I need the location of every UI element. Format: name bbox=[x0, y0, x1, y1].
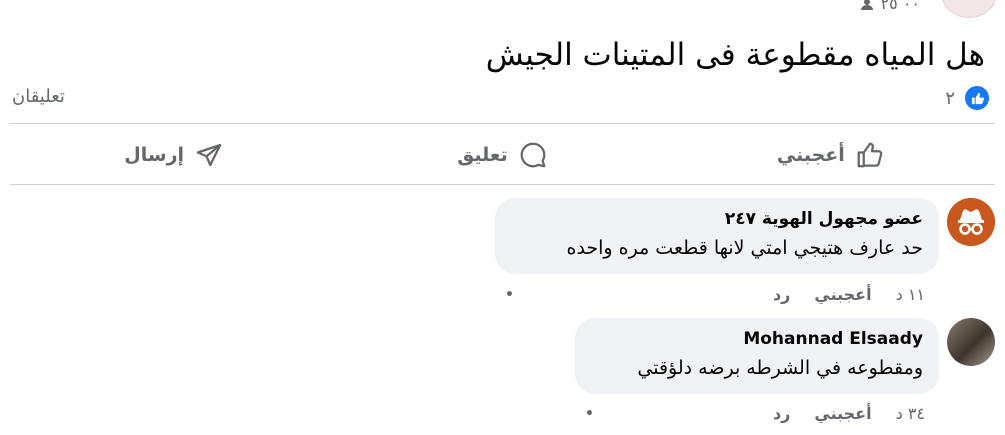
comment-text: ومقطوعه في الشرطه برضه دلؤقتي bbox=[637, 357, 923, 379]
reaction-count[interactable]: ٢ bbox=[945, 88, 955, 109]
comment-time[interactable]: ٣٤ د bbox=[896, 404, 925, 423]
comment-bubble: Mohannad Elsaady ومقطوعه في الشرطه برضه … bbox=[575, 318, 939, 394]
send-label: إرسال bbox=[124, 144, 185, 166]
like-button[interactable]: أعجبني bbox=[667, 133, 995, 177]
reactions-summary[interactable]: ٢ bbox=[945, 84, 991, 112]
comment-item: عضو مجهول الهوية ٢٤٧ حد عارف هتيجي امتي … bbox=[495, 198, 995, 274]
thumbs-up-icon bbox=[857, 142, 883, 168]
comment-reply-button[interactable]: رد bbox=[773, 404, 790, 423]
comment-text: حد عارف هتيجي امتي لانها قطعت مره واحده bbox=[566, 237, 923, 259]
comment-label: تعليق bbox=[457, 144, 508, 166]
post-stats: ٢ تعليقان bbox=[10, 84, 995, 114]
comment-reply-button[interactable]: رد bbox=[773, 285, 790, 304]
divider bbox=[10, 184, 995, 185]
post-actions: أعجبني تعليق إرسال bbox=[10, 133, 995, 177]
like-label: أعجبني bbox=[776, 144, 845, 166]
more-options-dot[interactable]: • bbox=[585, 406, 594, 422]
like-reaction-icon bbox=[963, 84, 991, 112]
comment-like-button[interactable]: أعجبني bbox=[814, 404, 871, 423]
post-author-avatar[interactable] bbox=[941, 0, 997, 18]
post-meta: ٠٠ ٢٥ bbox=[859, 0, 920, 13]
comment-like-button[interactable]: أعجبني bbox=[814, 285, 871, 304]
comment-meta: ١١ د أعجبني رد • bbox=[505, 285, 925, 304]
comment-time[interactable]: ١١ د bbox=[896, 285, 925, 304]
divider bbox=[10, 123, 995, 124]
comment-bubble-icon bbox=[520, 142, 546, 168]
privacy-group-icon bbox=[860, 0, 873, 10]
comment-button[interactable]: تعليق bbox=[338, 133, 666, 177]
comment-author[interactable]: عضو مجهول الهوية ٢٤٧ bbox=[511, 208, 923, 230]
more-options-dot[interactable]: • bbox=[505, 287, 514, 303]
incognito-icon[interactable] bbox=[947, 198, 995, 246]
comment-author[interactable]: Mohannad Elsaady bbox=[591, 328, 923, 350]
send-icon bbox=[196, 143, 222, 167]
comment-item: Mohannad Elsaady ومقطوعه في الشرطه برضه … bbox=[575, 318, 995, 394]
comment-bubble: عضو مجهول الهوية ٢٤٧ حد عارف هتيجي امتي … bbox=[495, 198, 939, 274]
post-time[interactable]: ٠٠ ٢٥ bbox=[881, 0, 920, 13]
comments-count[interactable]: تعليقان bbox=[12, 86, 65, 107]
post-text: هل المياه مقطوعة فى المتينات الجيش bbox=[485, 37, 985, 73]
profile-photo-avatar[interactable] bbox=[947, 318, 995, 366]
send-button[interactable]: إرسال bbox=[10, 133, 338, 177]
comment-meta: ٣٤ د أعجبني رد • bbox=[585, 404, 925, 423]
